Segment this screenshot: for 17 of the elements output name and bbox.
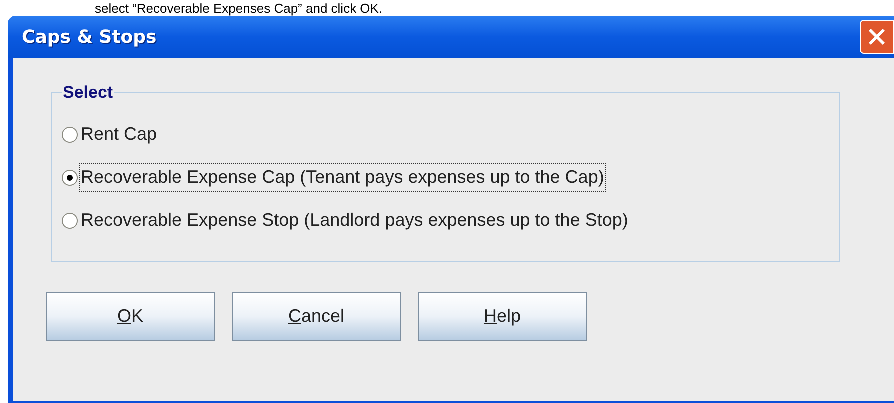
option-label: Rent Cap (80, 123, 158, 146)
option-label: Recoverable Expense Cap (Tenant pays expenses up to the Cap) (80, 164, 606, 191)
instruction-text: select “Recoverable Expenses Cap” and click OK. (95, 0, 383, 16)
dialog-button[interactable]: Help (418, 292, 587, 341)
radio-option[interactable]: Recoverable Expense Cap (Tenant pays expenses up to the Cap) (62, 164, 829, 190)
close-button[interactable] (860, 20, 894, 54)
radio-button[interactable] (62, 212, 78, 228)
radio-option[interactable]: Recoverable Expense Stop (Landlord pays expenses up to the Stop) (62, 208, 829, 234)
close-icon (867, 27, 887, 47)
option-label: Recoverable Expense Stop (Landlord pays expenses up to the Stop) (80, 209, 630, 232)
group-legend: Select (62, 80, 114, 106)
radio-button[interactable] (62, 126, 78, 142)
dialog-button[interactable]: OK (46, 292, 215, 341)
radio-option[interactable]: Rent Cap (62, 122, 829, 148)
dialog-button[interactable]: Cancel (232, 292, 401, 341)
radio-button[interactable] (62, 170, 78, 186)
window-title: Caps & Stops (22, 26, 157, 50)
